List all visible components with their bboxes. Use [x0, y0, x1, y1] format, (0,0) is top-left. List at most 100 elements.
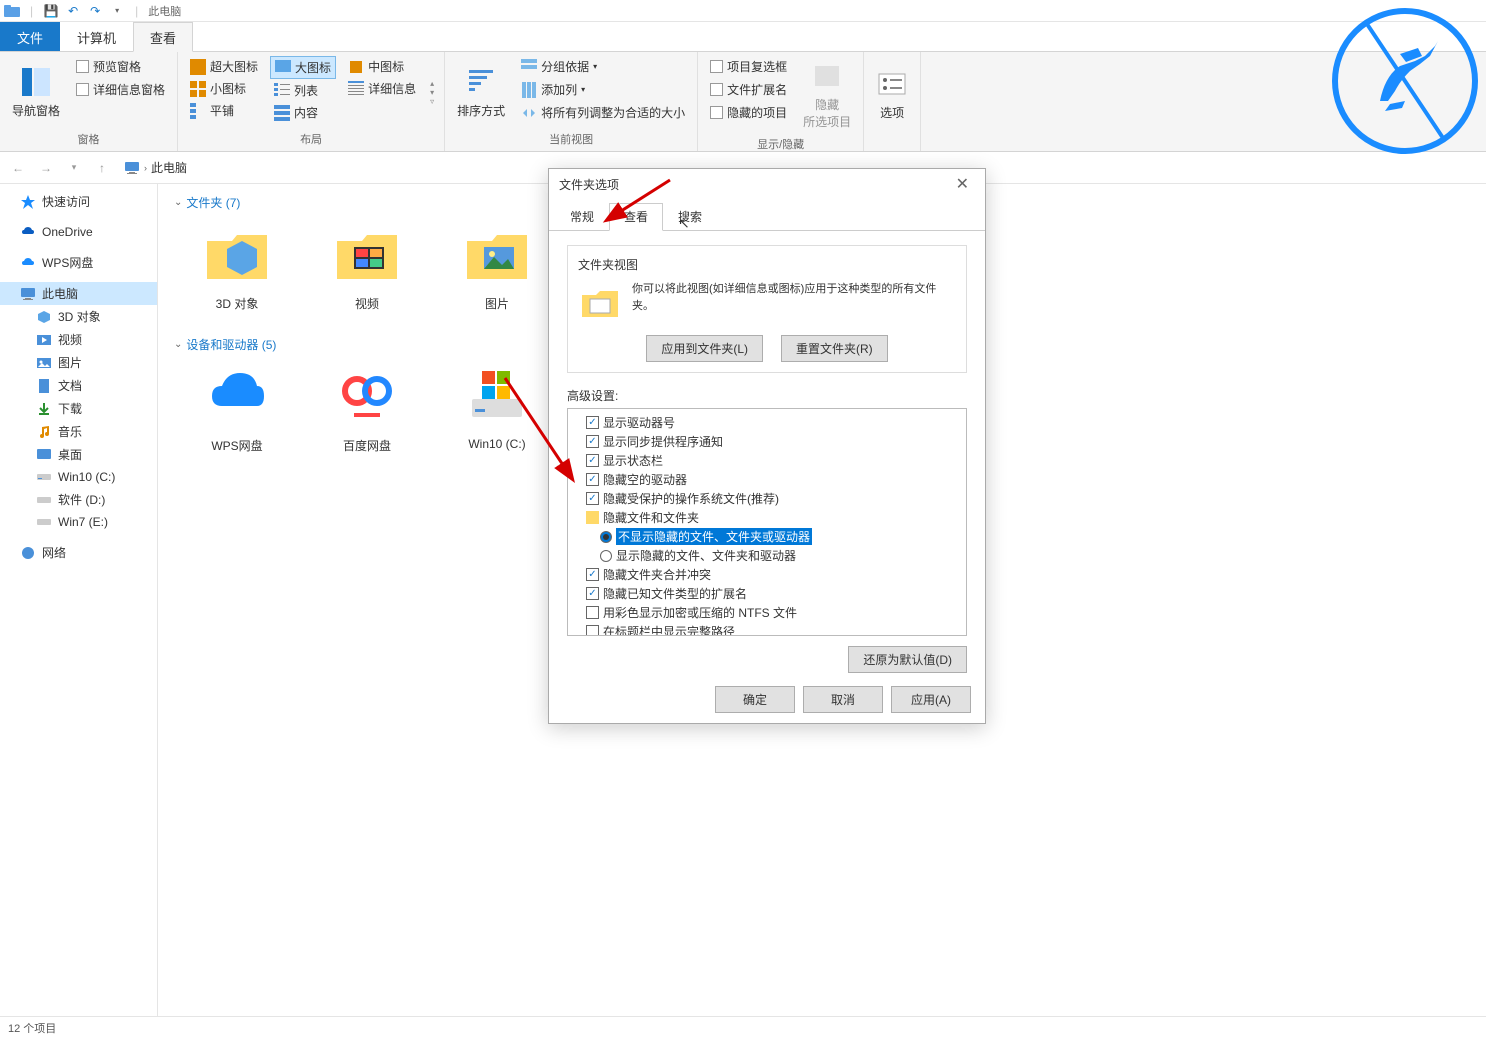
- window-title: 此电脑: [148, 3, 181, 19]
- sidebar-videos[interactable]: 视频: [0, 328, 157, 351]
- folder-view-text: 你可以将此视图(如详细信息或图标)应用于这种类型的所有文件夹。: [632, 281, 956, 325]
- tab-file[interactable]: 文件: [0, 22, 60, 51]
- sidebar-quick-access[interactable]: 快速访问: [0, 190, 157, 213]
- tree-radio-show-hidden[interactable]: 显示隐藏的文件、文件夹和驱动器: [572, 546, 962, 565]
- dialog-tab-view[interactable]: 查看: [609, 203, 663, 231]
- preview-pane-button[interactable]: 预览窗格: [72, 56, 169, 77]
- app-icon: [4, 3, 20, 19]
- tree-radio-dont-show-hidden[interactable]: 不显示隐藏的文件、文件夹或驱动器: [572, 527, 962, 546]
- restore-defaults-button[interactable]: 还原为默认值(D): [848, 646, 967, 673]
- details-pane-button[interactable]: 详细信息窗格: [72, 79, 169, 100]
- folder-icon: [578, 281, 622, 325]
- close-icon[interactable]: ✕: [950, 174, 975, 194]
- sidebar-drive-d[interactable]: 软件 (D:): [0, 488, 157, 511]
- group-by-button[interactable]: 分组依据 ▾: [517, 56, 689, 77]
- sidebar-desktop[interactable]: 桌面: [0, 443, 157, 466]
- forward-button[interactable]: →: [34, 156, 58, 180]
- sidebar: 快速访问 OneDrive WPS网盘 此电脑 3D 对象 视频 图片 文档 下…: [0, 184, 158, 1016]
- dialog-title: 文件夹选项: [559, 176, 619, 193]
- sort-button[interactable]: 排序方式: [453, 56, 509, 129]
- folder-videos[interactable]: 视频: [322, 219, 412, 312]
- view-content-button[interactable]: 内容: [270, 102, 336, 123]
- breadcrumb-location[interactable]: 此电脑: [151, 159, 187, 176]
- sidebar-drive-e[interactable]: Win7 (E:): [0, 511, 157, 533]
- view-xl-button[interactable]: 超大图标: [186, 56, 262, 77]
- nav-pane-button[interactable]: 导航窗格: [8, 56, 64, 129]
- status-items: 12 个项目: [8, 1020, 56, 1036]
- dialog-tab-search[interactable]: 搜索: [663, 203, 717, 230]
- sidebar-documents[interactable]: 文档: [0, 374, 157, 397]
- hidden-items-toggle[interactable]: 隐藏的项目: [706, 102, 791, 123]
- tree-item[interactable]: ✓显示同步提供程序通知: [572, 432, 962, 451]
- ribbon-tabs: 文件 计算机 查看: [0, 22, 1486, 52]
- pc-icon: [124, 160, 140, 176]
- options-button[interactable]: 选项: [872, 56, 912, 133]
- drive-baidu[interactable]: 百度网盘: [322, 361, 412, 454]
- fit-columns-button[interactable]: 将所有列调整为合适的大小: [517, 102, 689, 123]
- undo-icon[interactable]: ↶: [65, 3, 81, 19]
- dialog-tab-general[interactable]: 常规: [555, 203, 609, 230]
- ribbon: 导航窗格 预览窗格 详细信息窗格 窗格 超大图标 小图标 平铺 大图标 列表 内…: [0, 52, 1486, 152]
- file-ext-toggle[interactable]: 文件扩展名: [706, 79, 791, 100]
- title-bar: | 💾 ↶ ↷ ▾ | 此电脑: [0, 0, 1486, 22]
- sidebar-downloads[interactable]: 下载: [0, 397, 157, 420]
- watermark-logo: [1330, 6, 1480, 156]
- apply-to-folders-button[interactable]: 应用到文件夹(L): [646, 335, 763, 362]
- folder-pictures[interactable]: 图片: [452, 219, 542, 312]
- sidebar-wps[interactable]: WPS网盘: [0, 251, 157, 274]
- tab-view[interactable]: 查看: [133, 22, 193, 52]
- tree-item[interactable]: ✓隐藏文件夹合并冲突: [572, 565, 962, 584]
- back-button[interactable]: ←: [6, 156, 30, 180]
- dropdown-icon[interactable]: ▾: [109, 3, 125, 19]
- view-lg-button[interactable]: 大图标: [270, 56, 336, 79]
- tree-item[interactable]: 用彩色显示加密或压缩的 NTFS 文件: [572, 603, 962, 622]
- reset-folders-button[interactable]: 重置文件夹(R): [781, 335, 888, 362]
- tree-item[interactable]: ✓隐藏已知文件类型的扩展名: [572, 584, 962, 603]
- tree-item[interactable]: 在标题栏中显示完整路径: [572, 622, 962, 636]
- sort-label: 排序方式: [457, 102, 505, 119]
- status-bar: 12 个项目: [0, 1016, 1486, 1038]
- folder-3d-objects[interactable]: 3D 对象: [192, 219, 282, 312]
- options-label: 选项: [880, 104, 904, 121]
- save-icon[interactable]: 💾: [43, 3, 59, 19]
- sidebar-pictures[interactable]: 图片: [0, 351, 157, 374]
- pane-group-label: 窗格: [8, 131, 169, 147]
- tree-item[interactable]: ✓隐藏受保护的操作系统文件(推荐): [572, 489, 962, 508]
- tree-folder-hidden[interactable]: 隐藏文件和文件夹: [572, 508, 962, 527]
- view-tiles-button[interactable]: 平铺: [186, 100, 262, 121]
- sidebar-this-pc[interactable]: 此电脑: [0, 282, 157, 305]
- tree-item[interactable]: ✓显示驱动器号: [572, 413, 962, 432]
- tree-item[interactable]: ✓隐藏空的驱动器: [572, 470, 962, 489]
- layout-group-label: 布局: [186, 131, 436, 147]
- tab-computer[interactable]: 计算机: [60, 22, 133, 51]
- checkbox-toggle[interactable]: 项目复选框: [706, 56, 791, 77]
- history-dropdown[interactable]: ▾: [62, 156, 86, 180]
- sidebar-music[interactable]: 音乐: [0, 420, 157, 443]
- nav-pane-label: 导航窗格: [12, 102, 60, 119]
- view-md-button[interactable]: 中图标: [344, 56, 420, 77]
- advanced-settings-label: 高级设置:: [567, 387, 967, 404]
- up-button[interactable]: ↑: [90, 156, 114, 180]
- tree-item[interactable]: ✓显示状态栏: [572, 451, 962, 470]
- cancel-button[interactable]: 取消: [803, 686, 883, 713]
- show-hide-group-label: 显示/隐藏: [706, 136, 855, 152]
- view-sm-button[interactable]: 小图标: [186, 78, 262, 99]
- advanced-settings-tree[interactable]: ✓显示驱动器号 ✓显示同步提供程序通知 ✓显示状态栏 ✓隐藏空的驱动器 ✓隐藏受…: [567, 408, 967, 636]
- sidebar-onedrive[interactable]: OneDrive: [0, 221, 157, 243]
- redo-icon[interactable]: ↷: [87, 3, 103, 19]
- hide-selected-button[interactable]: 隐藏 所选项目: [799, 56, 855, 134]
- view-details-button[interactable]: 详细信息: [344, 78, 420, 99]
- hide-selected-label: 隐藏 所选项目: [803, 96, 851, 130]
- dialog-tabs: 常规 查看 搜索: [549, 203, 985, 231]
- drive-c[interactable]: Win10 (C:): [452, 361, 542, 454]
- drive-wps[interactable]: WPS网盘: [192, 361, 282, 454]
- add-columns-button[interactable]: 添加列 ▾: [517, 79, 689, 100]
- sidebar-drive-c[interactable]: Win10 (C:): [0, 466, 157, 488]
- folder-options-dialog: 文件夹选项 ✕ 常规 查看 搜索 文件夹视图 你可以将此视图(如详细信息或图标)…: [548, 168, 986, 724]
- view-list-button[interactable]: 列表: [270, 80, 336, 101]
- ok-button[interactable]: 确定: [715, 686, 795, 713]
- sidebar-3d-objects[interactable]: 3D 对象: [0, 305, 157, 328]
- current-view-group-label: 当前视图: [453, 131, 689, 147]
- sidebar-network[interactable]: 网络: [0, 541, 157, 564]
- apply-button[interactable]: 应用(A): [891, 686, 971, 713]
